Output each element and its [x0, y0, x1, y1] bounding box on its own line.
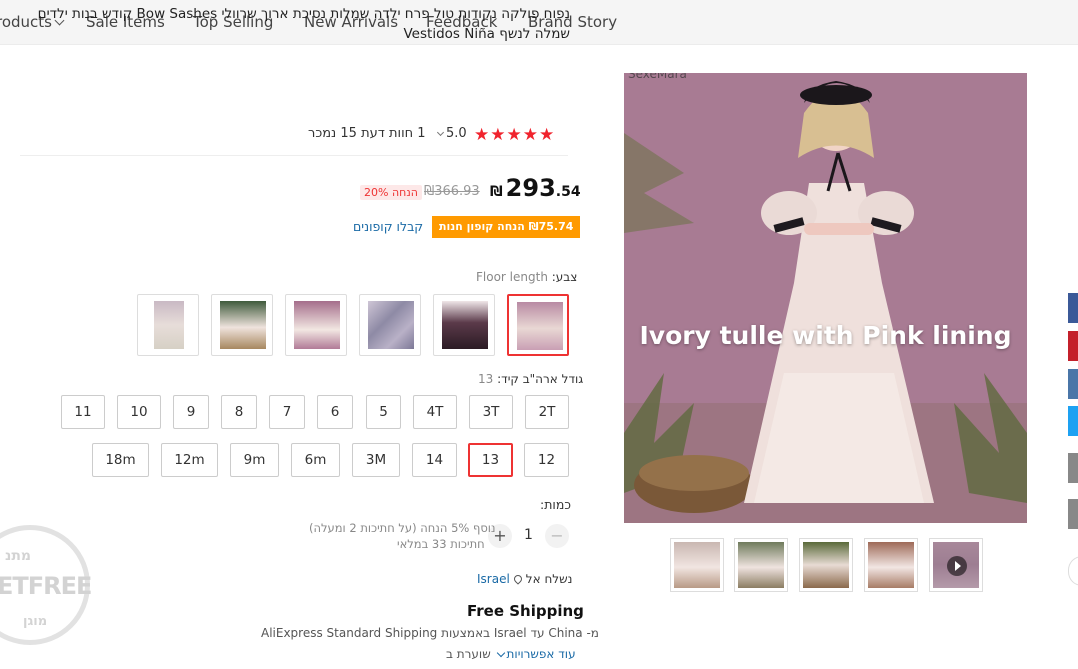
color-swatch-1[interactable] — [507, 294, 569, 356]
gallery-thumbnail-4[interactable] — [864, 538, 918, 592]
size-option-3M[interactable]: 3M — [352, 443, 400, 477]
main-product-image[interactable]: SexeMara Ivory tulle with Pink lining — [624, 73, 1027, 523]
selected-color: Floor length — [476, 270, 548, 284]
gallery-thumbnail-video[interactable] — [929, 538, 983, 592]
size-label-text: גודל ארה"ב קיד: — [497, 372, 584, 386]
twitter-share-icon[interactable] — [1068, 406, 1078, 436]
currency-symbol: ₪ — [490, 184, 503, 200]
reviews-and-sold[interactable]: 1 חוות דעת 15 נמכר — [308, 126, 426, 141]
rating-stars[interactable]: ★★★★★ — [474, 125, 555, 145]
shipping-detail: מ- China עד Israel באמצעות AliExpress St… — [261, 626, 599, 640]
size-label: גודל ארה"ב קיד: 13 — [478, 372, 583, 386]
discount-badge: הנחה 20% — [360, 185, 422, 200]
size-option-6m[interactable]: 6m — [291, 443, 340, 477]
product-photo — [624, 73, 1027, 523]
pinterest-share-icon[interactable] — [1068, 331, 1078, 361]
product-title: נפוח פולקה נקודות טול פרח ילדה שמלות נסי… — [37, 6, 570, 42]
stock-note: חתיכות 33 במלאי — [397, 537, 485, 551]
play-icon — [947, 556, 967, 576]
size-option-7[interactable]: 7 — [269, 395, 305, 429]
color-swatch-2[interactable] — [433, 294, 495, 356]
thumbnail-image — [674, 542, 720, 588]
get-coupons-link[interactable]: קבלו קופונים — [353, 219, 423, 234]
ship-to-country[interactable]: Israel — [477, 572, 510, 586]
size-option-5[interactable]: 5 — [366, 395, 401, 429]
swatch-image — [294, 301, 340, 349]
color-label: צבע: Floor length — [476, 270, 577, 284]
original-price: ₪366.93 — [424, 184, 480, 199]
gallery-thumbnail-2[interactable] — [734, 538, 788, 592]
shipping-more-options[interactable]: עוד אפשרויות שוערת ב — [446, 647, 576, 661]
store-coupon-badge: ₪75.74 הנחה קופון חנות — [432, 216, 581, 238]
wishlist-icon[interactable] — [1068, 499, 1078, 529]
size-option-10[interactable]: 10 — [117, 395, 161, 429]
ship-to-label: נשלח אל — [525, 572, 573, 586]
gallery-thumbnail-1[interactable] — [670, 538, 724, 592]
ship-to[interactable]: נשלח אל Israel — [477, 572, 572, 586]
color-swatch-3[interactable] — [359, 294, 421, 356]
current-price: ₪ 293.54 — [490, 174, 581, 202]
size-option-18m[interactable]: 18m — [92, 443, 149, 477]
stamp-mid-text: ETFREE — [0, 572, 92, 600]
size-option-12[interactable]: 12 — [524, 443, 569, 477]
size-option-4T[interactable]: 4T — [413, 395, 457, 429]
share-icon[interactable] — [1068, 453, 1078, 483]
chevron-down-icon — [436, 128, 445, 137]
thumbnail-image — [738, 542, 784, 588]
image-overlay-text: Ivory tulle with Pink lining — [639, 321, 1012, 350]
facebook-share-icon[interactable] — [1068, 293, 1078, 323]
size-option-11[interactable]: 11 — [61, 395, 105, 429]
brand-watermark: SexeMara — [628, 73, 687, 81]
size-option-14[interactable]: 14 — [412, 443, 457, 477]
size-option-2T[interactable]: 2T — [525, 395, 569, 429]
bulk-discount-note: נוסף 5% הנחה (על חתיכות 2 ומעלה) — [309, 521, 496, 535]
price-integer: 293 — [505, 174, 556, 202]
divider — [20, 155, 568, 156]
size-option-3T[interactable]: 3T — [469, 395, 513, 429]
quantity-label: כמות: — [540, 497, 571, 512]
more-options-suffix: שוערת ב — [446, 647, 491, 661]
rating-number: 5.0 — [446, 126, 467, 141]
size-option-6[interactable]: 6 — [317, 395, 353, 429]
netfree-stamp: מתנ ETFREE מוגן — [0, 525, 92, 645]
gallery-thumbnail-3[interactable] — [799, 538, 853, 592]
size-option-9m[interactable]: 9m — [230, 443, 279, 477]
color-swatch-6[interactable] — [137, 294, 199, 356]
color-swatch-4[interactable] — [285, 294, 347, 356]
color-swatch-5[interactable] — [211, 294, 273, 356]
rating-value[interactable]: 5.0 — [436, 126, 467, 141]
size-option-8[interactable]: 8 — [221, 395, 257, 429]
swatch-image — [154, 301, 184, 349]
swatch-image — [368, 301, 414, 349]
swatch-image — [220, 301, 266, 349]
location-pin-icon — [512, 573, 524, 585]
color-label-text: צבע: — [551, 270, 578, 284]
free-shipping-title: Free Shipping — [467, 602, 584, 620]
more-options-link[interactable]: עוד אפשרויות — [507, 647, 576, 661]
thumbnail-image — [803, 542, 849, 588]
stamp-top-text: מתנ — [5, 548, 32, 564]
quantity-decrease-button[interactable]: − — [545, 524, 569, 548]
selected-size: 13 — [478, 372, 494, 386]
chevron-down-icon — [496, 648, 505, 658]
vk-share-icon[interactable] — [1068, 369, 1078, 399]
scroll-top-button[interactable] — [1068, 556, 1078, 586]
swatch-image — [442, 301, 488, 349]
price-decimal: .54 — [555, 184, 581, 200]
stamp-bottom-text: מוגן — [23, 614, 48, 629]
quantity-value[interactable]: 1 — [524, 527, 533, 543]
thumbnail-image — [868, 542, 914, 588]
size-option-12m[interactable]: 12m — [161, 443, 218, 477]
swatch-image — [517, 302, 563, 350]
size-option-13[interactable]: 13 — [468, 443, 513, 477]
size-option-9[interactable]: 9 — [173, 395, 209, 429]
